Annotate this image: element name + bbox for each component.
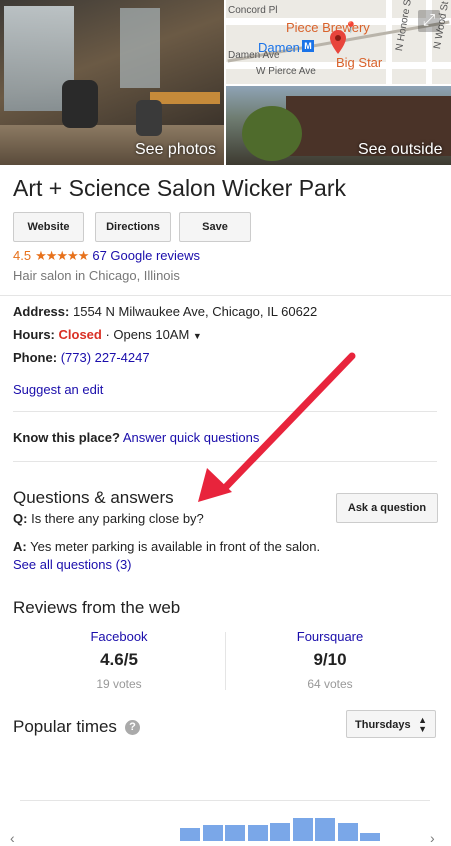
food-pin-icon: 📍 [344,22,358,34]
popular-times-label: Popular times [13,717,117,736]
rating-row: 4.5 ★★★★★ 67 Google reviews [13,248,200,264]
hours-open-time: Opens 10AM [113,327,190,342]
qa-heading: Questions & answers [13,488,174,507]
interior-photo[interactable]: See photos [0,0,224,165]
popular-times-chart [0,800,451,841]
answer-text: Yes meter parking is available in front … [30,539,321,554]
review-score: 9/10 [313,650,347,669]
street-view-photo[interactable]: See outside [226,86,451,165]
review-votes: 19 votes [96,677,142,691]
business-category: Hair salon in Chicago, Illinois [13,268,180,283]
sort-arrows-icon: ▲ ▼ [418,715,427,734]
popular-times-bar[interactable] [202,825,223,841]
google-reviews-link[interactable]: 67 Google reviews [92,248,200,263]
photo-header: See photos Concord Pl Damen Ave W Pierce… [0,0,451,165]
hours-status: Closed [58,327,102,342]
phone-link[interactable]: (773) 227-4247 [61,350,150,365]
answer-row: A: Yes meter parking is available in fro… [13,539,320,554]
directions-button[interactable]: Directions [95,212,171,242]
popular-times-bar[interactable] [270,823,290,841]
caret-down-icon[interactable]: ▼ [193,331,202,341]
day-select-value: Thursdays [355,719,411,731]
phone-row: Phone: (773) 227-4247 [13,350,150,365]
phone-label: Phone: [13,350,58,365]
chevron-right-icon[interactable]: › [430,830,435,846]
street-label: Concord Pl [228,5,278,16]
business-name: Art + Science Salon Wicker Park [13,175,346,201]
divider [0,295,451,296]
popular-times-heading: Popular times? [13,717,140,737]
address-value[interactable]: 1554 N Milwaukee Ave, Chicago, IL 60622 [73,304,317,319]
poi-damen-station[interactable]: Damen [258,40,300,55]
location-pin-icon [330,30,346,54]
popular-times-bar[interactable] [292,818,313,841]
barber-chair [62,80,98,128]
know-place-row: Know this place? Answer quick questions [13,430,259,445]
poi-big-star[interactable]: Big Star [336,55,382,70]
metro-icon: M [302,40,314,52]
see-photos-label[interactable]: See photos [135,141,216,159]
review-source-name[interactable]: Facebook [29,629,209,644]
suggest-edit-link[interactable]: Suggest an edit [13,382,103,397]
review-source-foursquare[interactable]: Foursquare 9/10 64 votes [240,629,420,691]
ask-question-button[interactable]: Ask a question [336,493,438,523]
hours-separator: · [101,327,114,342]
help-icon[interactable]: ? [124,720,140,736]
divider [13,461,437,462]
review-score: 4.6/5 [100,650,138,669]
save-button[interactable]: Save [179,212,251,242]
map-thumbnail[interactable]: Concord Pl Damen Ave W Pierce Ave N Hono… [226,0,451,84]
street-label: N Honore St [394,0,415,52]
popular-times-bar[interactable] [247,825,268,841]
know-place-label: Know this place? [13,430,120,445]
divider [225,632,226,690]
street-tree [242,106,302,161]
street-label: W Pierce Ave [256,66,316,77]
expand-map-icon[interactable]: ⤢ [418,10,440,32]
popular-times-bar[interactable] [225,825,245,841]
barber-chair [136,100,162,136]
see-all-questions-link[interactable]: See all questions (3) [13,557,132,572]
answer-questions-link[interactable]: Answer quick questions [123,430,260,445]
review-source-facebook[interactable]: Facebook 4.6/5 19 votes [29,629,209,691]
popular-times-bar[interactable] [315,818,335,841]
popular-times-bar[interactable] [180,828,200,841]
review-source-name[interactable]: Foursquare [240,629,420,644]
divider [13,411,437,412]
star-rating-icon: ★★★★★ [35,248,89,263]
popular-times-bar[interactable] [360,833,380,841]
chevron-left-icon[interactable]: ‹ [10,830,15,846]
reviews-web-heading: Reviews from the web [13,598,181,617]
address-label: Address: [13,304,70,319]
photo-mirror [120,8,160,88]
hours-row[interactable]: Hours: Closed · Opens 10AM ▼ [13,327,202,342]
review-votes: 64 votes [307,677,353,691]
see-outside-label[interactable]: See outside [358,141,443,159]
website-button[interactable]: Website [13,212,84,242]
popular-times-bar[interactable] [337,823,358,841]
arrow-shaft [218,352,356,495]
hours-label: Hours: [13,327,55,342]
day-select[interactable]: Thursdays ▲ ▼ [346,710,436,738]
arrow-head [198,468,232,502]
rating-value: 4.5 [13,248,32,263]
address-row: Address: 1554 N Milwaukee Ave, Chicago, … [13,304,317,319]
question-row: Q: Is there any parking close by? [13,511,204,526]
a-prefix: A: [13,539,27,554]
q-prefix: Q: [13,511,28,526]
question-text: Is there any parking close by? [31,511,204,526]
map-road [386,0,392,84]
